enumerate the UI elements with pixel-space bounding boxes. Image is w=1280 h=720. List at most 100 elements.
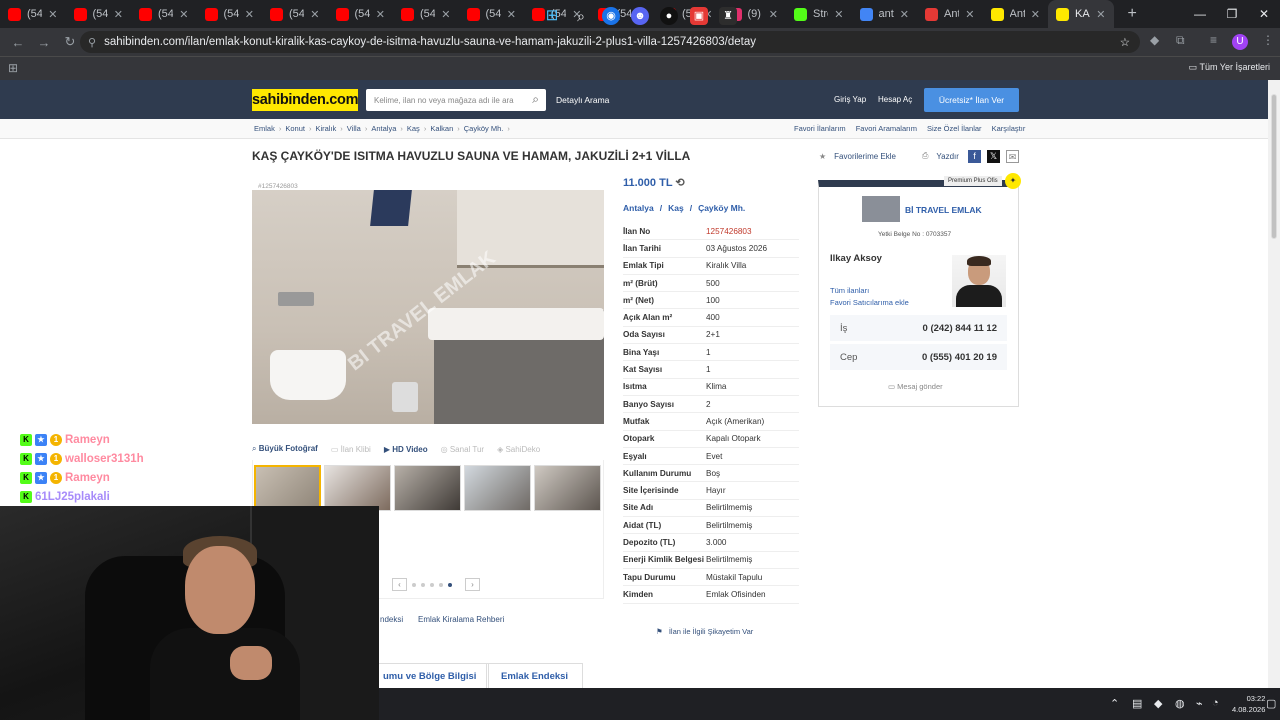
network-icon[interactable]: ⌁ [1196,697,1203,710]
thumbnail[interactable] [464,465,531,511]
obs-taskbar-icon[interactable]: ● [660,7,678,25]
advanced-search-link[interactable]: Detaylı Arama [556,95,609,105]
main-photo[interactable]: BI TRAVEL EMLAK [252,190,604,424]
large-photo-button[interactable]: ⌕ Büyük Fotoğraf [252,444,318,454]
breadcrumb-item[interactable]: Antalya [371,124,396,133]
new-tab-icon[interactable]: + [1128,5,1137,23]
browser-tab[interactable]: (54) ✕ [197,0,263,28]
price-history-icon[interactable]: ⟲ [675,177,684,189]
forward-icon[interactable]: → [32,35,56,50]
tab-real-estate-index[interactable]: Emlak Endeksi [486,663,584,688]
extensions-puzzle-icon[interactable]: ⧉ [1176,33,1185,48]
system-clock[interactable]: 03:22 4.08.2026 [1232,693,1265,715]
browser-tab[interactable]: Anta ✕ [917,0,983,28]
location-city[interactable]: Antalya [623,203,654,213]
shortcut-link[interactable]: Favori Aramalarım [856,124,917,133]
browser-tab[interactable]: (54) ✕ [459,0,525,28]
phone-number[interactable]: 0 (242) 844 11 12 [916,323,1007,334]
all-listings-link[interactable]: Tüm ilanları [830,285,909,297]
signup-link[interactable]: Hesap Aç [878,95,912,104]
location-neighborhood[interactable]: Çayköy Mh. [698,203,745,213]
breadcrumb-item[interactable]: Konut [285,124,305,133]
bookmark-star-icon[interactable]: ☆ [1120,35,1130,49]
app-taskbar-icon[interactable]: ♜ [719,7,737,25]
extension-icon[interactable]: ◆ [1150,33,1159,47]
back-icon[interactable]: ← [6,35,30,50]
breadcrumb-item[interactable]: Çayköy Mh. [464,124,504,133]
thumbnail[interactable] [254,465,321,511]
close-tab-icon[interactable]: ✕ [48,8,57,21]
chrome-taskbar-icon[interactable]: ◉ [602,7,620,25]
search-input[interactable]: Kelime, ilan no veya mağaza adı ile ara … [366,89,546,111]
shortcut-link[interactable]: Favori İlanlarım [794,124,846,133]
app-taskbar-icon[interactable]: ▣ [690,7,708,25]
profile-avatar[interactable]: U [1232,34,1248,50]
breadcrumb-item[interactable]: Kalkan [430,124,453,133]
browser-tab[interactable]: Anta ✕ [983,0,1049,28]
complaint-link[interactable]: ⚑ İlan ile İlgili Şikayetim Var [656,627,753,636]
print-icon[interactable]: ⎙ [922,151,928,161]
breadcrumb-item[interactable]: Kiralık [315,124,336,133]
discord-taskbar-icon[interactable]: ☻ [631,7,649,25]
site-logo[interactable]: sahibinden.com [252,89,358,111]
tab-search-icon[interactable]: ≡ [1210,33,1217,47]
thumbnail[interactable] [394,465,461,511]
volume-icon[interactable]: ◔ [1212,697,1219,709]
prev-page-icon[interactable]: ‹ [392,578,407,591]
close-tab-icon[interactable]: ✕ [245,8,254,21]
index-link[interactable]: ndeksi [380,615,403,624]
pager-dot-active[interactable] [448,582,452,587]
close-tab-icon[interactable]: ✕ [114,8,123,21]
location-district[interactable]: Kaş [668,203,684,213]
pager-dot[interactable] [412,582,416,587]
microphone-icon[interactable]: ◍ [1175,697,1185,710]
close-tab-icon[interactable]: ✕ [1096,8,1105,21]
browser-tab[interactable]: (54) ✕ [328,0,394,28]
breadcrumb-item[interactable]: Kaş [407,124,420,133]
tray-app-icon[interactable]: ◆ [1154,697,1162,710]
post-ad-button[interactable]: Ücretsiz* İlan Ver [924,88,1019,112]
url-bar[interactable]: ⚲ sahibinden.com/ilan/emlak-konut-kirali… [80,31,1140,53]
tray-arrow-icon[interactable]: ⌃ [1110,697,1119,710]
add-favorite-seller-link[interactable]: Favori Satıcılarıma ekle [830,297,909,309]
notifications-icon[interactable]: ▢ [1266,697,1276,710]
browser-tab[interactable]: anta ✕ [852,0,918,28]
store-logo[interactable] [862,196,900,222]
next-page-icon[interactable]: › [465,578,480,591]
apps-grid-icon[interactable]: ⊞ [8,61,18,75]
close-tab-icon[interactable]: ✕ [965,8,974,21]
close-tab-icon[interactable]: ✕ [769,8,778,21]
rental-guide-link[interactable]: Emlak Kiralama Rehberi [418,615,504,624]
store-name[interactable]: Bİ TRAVEL EMLAK [905,205,982,215]
pager-dot[interactable] [430,582,434,587]
close-tab-icon[interactable]: ✕ [507,8,516,21]
print-link[interactable]: Yazdır [936,152,959,161]
favorite-star-icon[interactable]: ★ [819,152,826,161]
search-taskbar-icon[interactable]: ⌕ [572,7,590,25]
browser-tab[interactable]: Strea ✕ [786,0,852,28]
reload-icon[interactable]: ↻ [58,34,82,50]
close-tab-icon[interactable]: ✕ [310,8,319,21]
breadcrumb-item[interactable]: Villa [347,124,361,133]
site-info-icon[interactable]: ⚲ [88,36,96,49]
browser-tab[interactable]: (54) ✕ [393,0,459,28]
maximize-icon[interactable]: ❐ [1216,7,1248,21]
thumbnail[interactable] [534,465,601,511]
browser-tab[interactable]: (54) ✕ [0,0,66,28]
browser-tab[interactable]: (54) ✕ [66,0,132,28]
browser-tab[interactable]: KAŞ ✕ [1048,0,1114,28]
all-bookmarks[interactable]: ▭ Tüm Yer İşaretleri [1189,62,1270,73]
tray-app-icon[interactable]: ▤ [1132,697,1142,710]
scroll-thumb[interactable] [1271,94,1277,239]
close-window-icon[interactable]: ✕ [1248,7,1280,21]
pager-dot[interactable] [421,582,425,587]
facebook-share-icon[interactable]: f [968,150,981,163]
email-share-icon[interactable]: ✉ [1006,150,1019,163]
add-favorite-link[interactable]: Favorilerime Ekle [834,152,896,161]
close-tab-icon[interactable]: ✕ [376,8,385,21]
phone-number[interactable]: 0 (555) 401 20 19 [916,352,1007,363]
browser-tab[interactable]: (54) ✕ [131,0,197,28]
breadcrumb-item[interactable]: Emlak [254,124,275,133]
close-tab-icon[interactable]: ✕ [834,8,843,21]
close-tab-icon[interactable]: ✕ [900,8,909,21]
